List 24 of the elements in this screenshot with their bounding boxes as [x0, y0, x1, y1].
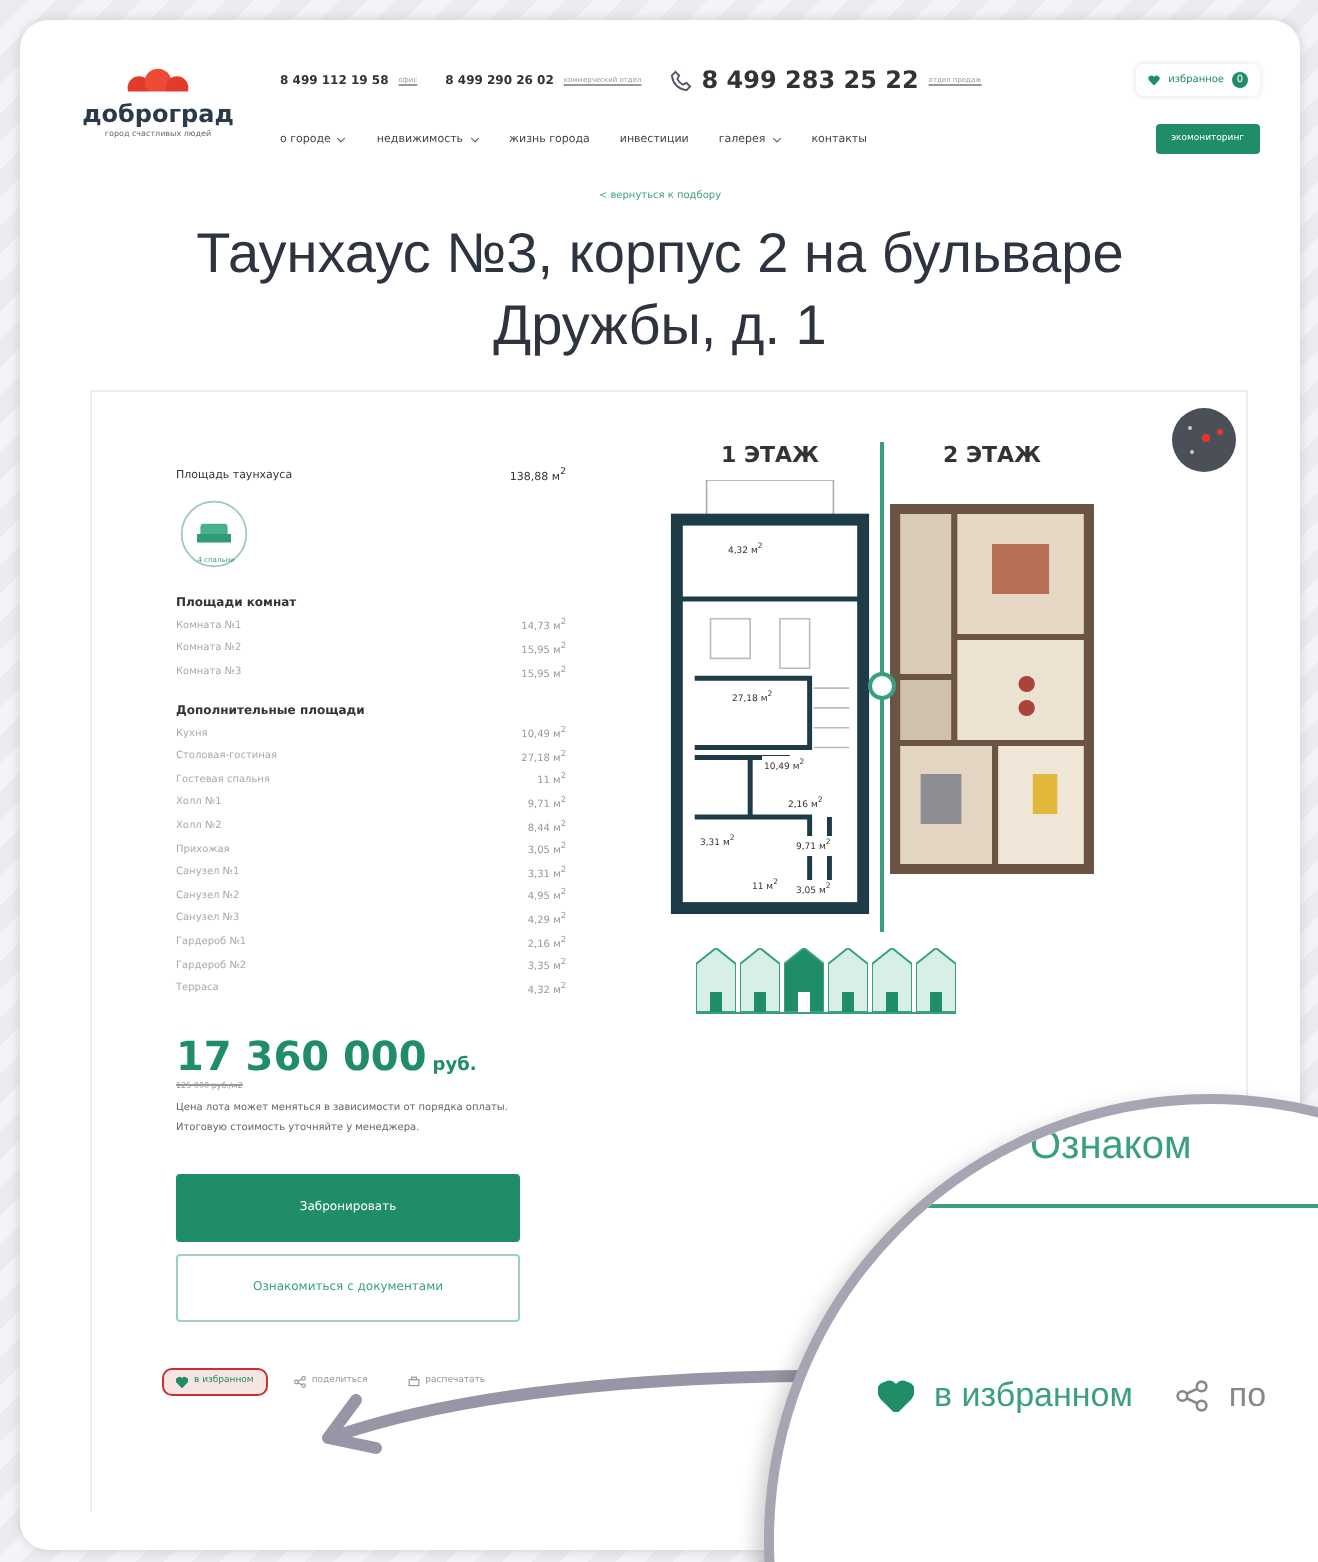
- main-phone-number[interactable]: 8 499 283 25 22: [701, 66, 919, 94]
- printer-icon: [407, 1375, 420, 1388]
- phone-icon: [669, 69, 692, 91]
- page-title: Таунхаус №3, корпус 2 на бульваре Дружбы, д. 1: [194, 220, 1126, 360]
- floor-label: 1 ЭТАЖ: [720, 442, 820, 468]
- house-icon[interactable]: [872, 948, 912, 1012]
- price: 17 360 000: [176, 1031, 427, 1080]
- slider-handle[interactable]: [868, 672, 896, 700]
- heart-icon: [176, 1375, 188, 1388]
- house-icon[interactable]: [784, 948, 824, 1012]
- house-icon[interactable]: [696, 948, 736, 1012]
- currency: руб.: [432, 1055, 477, 1076]
- heart-icon: [1148, 74, 1161, 86]
- house-icon[interactable]: [740, 948, 780, 1012]
- compass-icon: [1172, 408, 1236, 472]
- favorite-link[interactable]: в избранном: [934, 1376, 1133, 1416]
- house-icon[interactable]: [828, 948, 868, 1012]
- bed-icon: [180, 500, 248, 568]
- house-icon[interactable]: [916, 948, 956, 1012]
- share-icon: [293, 1375, 306, 1388]
- share-link[interactable]: по: [1228, 1376, 1267, 1416]
- share-icon: [1176, 1380, 1209, 1412]
- floor-label: 2 ЭТАЖ: [942, 442, 1042, 468]
- logo-text[interactable]: доброград: [82, 100, 234, 128]
